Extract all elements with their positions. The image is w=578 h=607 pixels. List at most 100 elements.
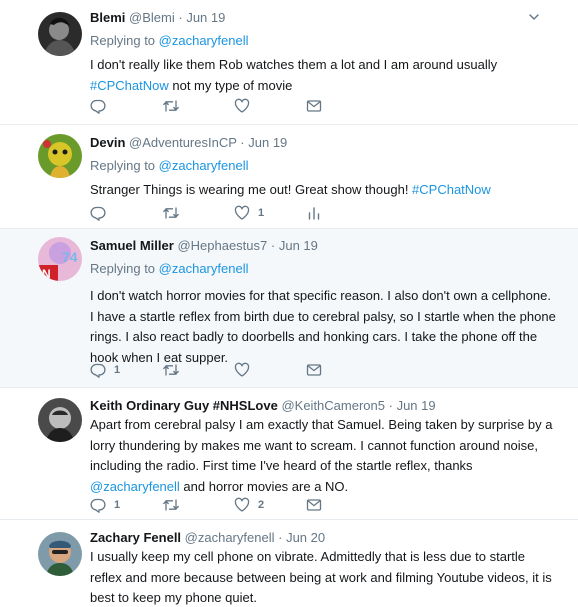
hashtag-link[interactable]: #CPChatNow [412, 182, 491, 197]
reply-count: 1 [114, 499, 121, 511]
tweet-text: I don't really like them Rob watches the… [90, 55, 556, 96]
retweet-button[interactable] [162, 497, 180, 513]
replying-label: Replying to [90, 158, 156, 173]
mention-link[interactable]: @zacharyfenell [159, 33, 249, 48]
tweet-text-part: I don't really like them Rob watches the… [90, 57, 498, 72]
avatar[interactable] [38, 12, 82, 56]
replying-to: Replying to @zacharyfenell [90, 260, 556, 278]
hashtag-link[interactable]: #CPChatNow [90, 78, 169, 93]
like-button[interactable] [234, 98, 250, 114]
like-count: 2 [258, 499, 265, 511]
svg-text:N: N [42, 267, 51, 281]
avatar[interactable]: 74 N [38, 237, 82, 281]
reply-icon [90, 497, 106, 513]
tweet-header: Zachary Fenell @zacharyfenell · Jun 20 [90, 529, 556, 547]
envelope-icon [306, 98, 322, 114]
timestamp[interactable]: Jun 19 [279, 238, 318, 253]
tweet-actions: 1 [90, 362, 330, 378]
retweet-button[interactable] [162, 362, 180, 378]
reply-button[interactable]: 1 [90, 497, 120, 513]
timestamp[interactable]: Jun 19 [248, 135, 287, 150]
mention-link[interactable]: @zacharyfenell [159, 261, 249, 276]
bar-chart-icon [306, 205, 322, 221]
tweet-text-part: not my type of movie [168, 77, 293, 93]
tweet-keith[interactable]: Keith Ordinary Guy #NHSLove @KeithCamero… [0, 388, 578, 520]
timestamp[interactable]: Jun 19 [397, 398, 436, 413]
tweet-devin[interactable]: Devin @AdventuresInCP · Jun 19 Replying … [0, 125, 578, 229]
mention-link[interactable]: @zacharyfenell [90, 479, 180, 494]
direct-message-button[interactable] [306, 362, 322, 378]
tweet-header: Keith Ordinary Guy #NHSLove @KeithCamero… [90, 397, 556, 415]
retweet-button[interactable] [162, 98, 180, 114]
display-name[interactable]: Samuel Miller [90, 238, 174, 253]
reply-count: 1 [114, 364, 121, 376]
reply-button[interactable] [90, 205, 106, 221]
tweet-header: Blemi @Blemi · Jun 19 [90, 9, 556, 27]
separator-dot: · [388, 398, 393, 413]
tweet-actions: 1 2 [90, 497, 330, 513]
user-handle[interactable]: @Blemi [129, 10, 175, 25]
tweet-text: Stranger Things is wearing me out! Great… [90, 180, 556, 201]
avatar[interactable] [38, 398, 82, 442]
tweet-blemi[interactable]: Blemi @Blemi · Jun 19 Replying to @zacha… [0, 0, 578, 125]
heart-icon [234, 497, 250, 513]
reply-button[interactable] [90, 98, 106, 114]
tweet-samuel-miller[interactable]: 74 N Samuel Miller @Hephaestus7 · Jun 19 … [0, 229, 578, 388]
tweet-header: Samuel Miller @Hephaestus7 · Jun 19 [90, 237, 556, 255]
avatar[interactable] [38, 532, 82, 576]
reply-icon [90, 205, 106, 221]
retweet-icon [162, 205, 180, 221]
reply-button[interactable]: 1 [90, 362, 120, 378]
display-name[interactable]: Devin [90, 135, 125, 150]
separator-dot: · [178, 10, 183, 25]
tweet-text: I don't watch horror movies for that spe… [90, 288, 556, 365]
tweet-actions [90, 98, 330, 114]
tweet-actions: 1 [90, 205, 330, 221]
svg-text:74: 74 [62, 249, 78, 265]
tweet-zachary[interactable]: Zachary Fenell @zacharyfenell · Jun 20 I… [0, 520, 578, 607]
like-count: 1 [258, 207, 265, 219]
replying-label: Replying to [90, 261, 156, 276]
direct-message-button[interactable] [306, 98, 322, 114]
mention-link[interactable]: @zacharyfenell [159, 158, 249, 173]
heart-icon [234, 362, 250, 378]
timestamp[interactable]: Jun 20 [286, 530, 325, 545]
replying-to: Replying to @zacharyfenell [90, 157, 556, 175]
chevron-down-icon[interactable] [528, 11, 540, 23]
tweet-text: I usually keep my cell phone on vibrate.… [90, 549, 552, 605]
avatar[interactable] [38, 134, 82, 178]
heart-icon [234, 205, 250, 221]
retweet-icon [162, 362, 180, 378]
tweet-text-part: and horror movies are a NO. [179, 478, 349, 494]
like-button[interactable]: 1 [234, 205, 264, 221]
retweet-icon [162, 497, 180, 513]
like-button[interactable] [234, 362, 250, 378]
timestamp[interactable]: Jun 19 [186, 10, 225, 25]
tweet-header: Devin @AdventuresInCP · Jun 19 [90, 134, 556, 152]
retweet-icon [162, 98, 180, 114]
envelope-icon [306, 362, 322, 378]
user-handle[interactable]: @AdventuresInCP [129, 135, 237, 150]
user-handle[interactable]: @zacharyfenell [185, 530, 275, 545]
reply-icon [90, 362, 106, 378]
direct-message-button[interactable] [306, 497, 322, 513]
replying-label: Replying to [90, 33, 156, 48]
tweet-feed: Blemi @Blemi · Jun 19 Replying to @zacha… [0, 0, 578, 607]
tweet-text-part: Apart from cerebral palsy I am exactly t… [90, 417, 553, 473]
tweet-text-part: Stranger Things is wearing me out! Great… [90, 182, 413, 197]
heart-icon [234, 98, 250, 114]
display-name[interactable]: Keith Ordinary Guy #NHSLove [90, 398, 278, 413]
like-button[interactable]: 2 [234, 497, 264, 513]
display-name[interactable]: Blemi [90, 10, 125, 25]
separator-dot: · [270, 238, 276, 253]
retweet-button[interactable] [162, 205, 180, 221]
analytics-button[interactable] [306, 205, 322, 221]
display-name[interactable]: Zachary Fenell [90, 530, 181, 545]
tweet-text: Apart from cerebral palsy I am exactly t… [90, 415, 556, 497]
envelope-icon [306, 497, 322, 513]
user-handle[interactable]: @KeithCameron5 [281, 398, 385, 413]
separator-dot: · [278, 530, 283, 545]
replying-to: Replying to @zacharyfenell [90, 32, 556, 50]
user-handle[interactable]: @Hephaestus7 [177, 238, 267, 253]
reply-icon [90, 98, 106, 114]
